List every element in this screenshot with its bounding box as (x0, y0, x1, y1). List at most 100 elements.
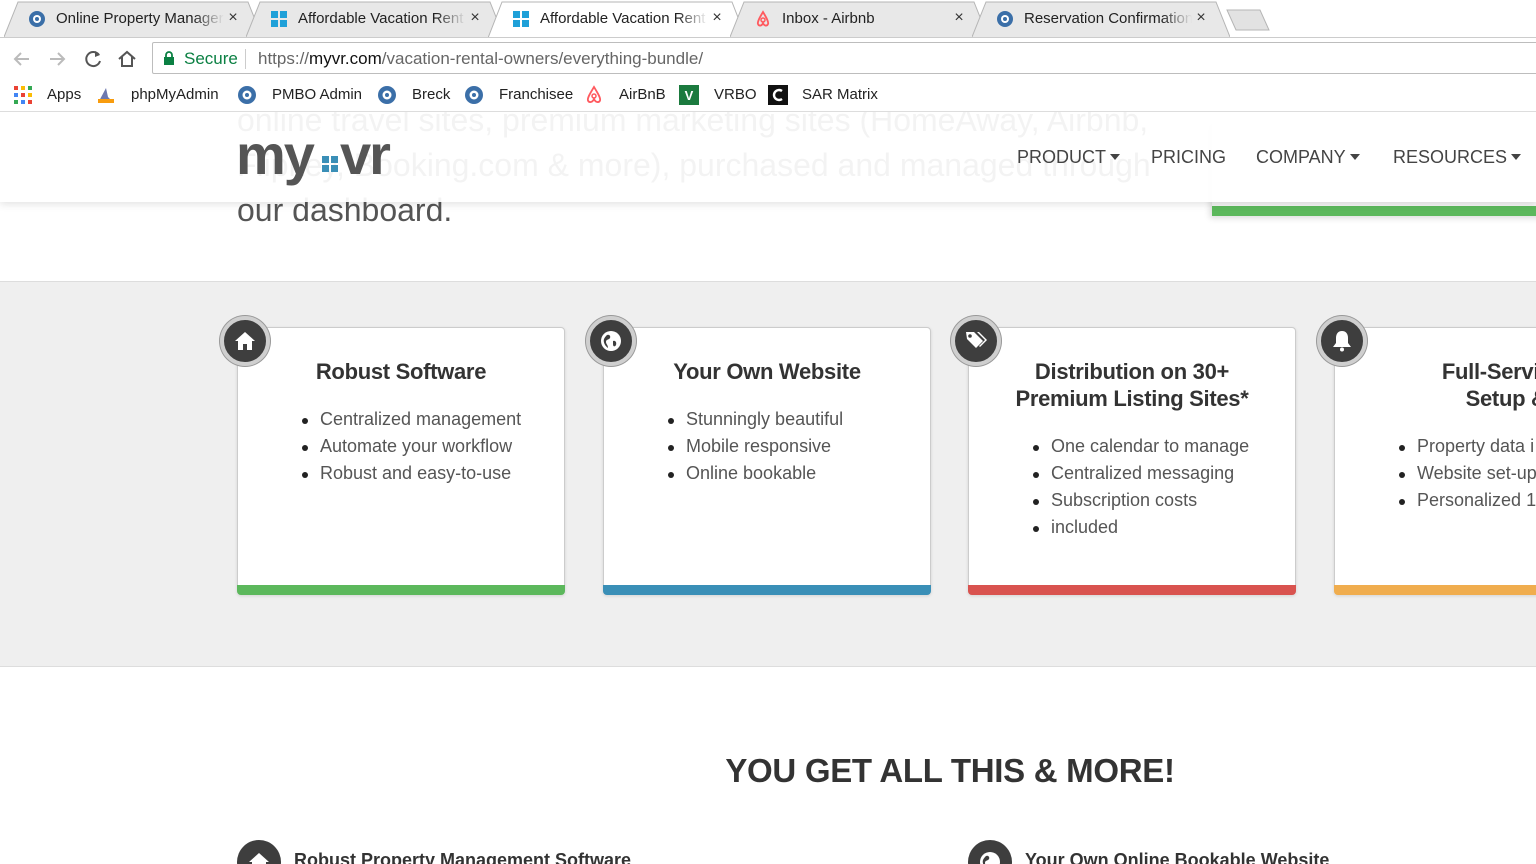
card-title-line: Full-Service, Whi (1441, 359, 1536, 384)
bookmark-label: Apps (47, 86, 82, 103)
list-item-text: included (1051, 517, 1119, 537)
tab-close-icon[interactable]: × (1194, 9, 1208, 27)
card-title: Your Own Website (673, 359, 861, 384)
feature-badge (237, 840, 281, 864)
bookmark-label: Franchisee (499, 86, 574, 103)
home-icon (249, 853, 269, 864)
card-accent-bar (237, 585, 565, 595)
tab-affordable-vacation-active[interactable]: Affordable Vacation Rent × (488, 1, 746, 38)
tab-close-icon[interactable]: × (468, 9, 482, 27)
bookmarks-bar: Apps phpMyAdmin PMBO Admin Breck Franchi… (0, 78, 1536, 112)
feature-card-software: Robust Software Centralized management A… (220, 316, 565, 595)
feature-card-distribution: Distribution on 30+ Premium Listing Sites… (951, 316, 1296, 595)
reload-icon[interactable] (80, 46, 106, 72)
card-list: Stunningly beautiful Mobile responsive O… (667, 406, 843, 487)
myvr-favicon-icon (513, 11, 529, 27)
nav-resources[interactable]: RESOURCES (1393, 147, 1522, 168)
card-title-line: Setup & Trai (1465, 386, 1536, 411)
airbnb-icon (586, 85, 602, 103)
list-item: Stunningly beautiful (667, 406, 843, 433)
card-title-line: Distribution on 30+ (1034, 359, 1230, 384)
bookmark-label: Breck (412, 86, 451, 103)
pmbo-icon (378, 86, 396, 104)
page-viewport: online travel sites, premium marketing s… (0, 112, 1536, 864)
feature-card-website: Your Own Website Stunningly beautiful Mo… (586, 316, 931, 595)
tab-online-property-manager[interactable]: Online Property Manager × (4, 1, 262, 37)
back-arrow-icon[interactable] (9, 46, 35, 72)
bell-icon (1333, 331, 1351, 352)
list-item-continued: included (1032, 514, 1249, 541)
list-item: Online bookable (667, 460, 843, 487)
tab-inbox-airbnb[interactable]: Inbox - Airbnb × (730, 1, 988, 37)
pmbo-icon (238, 86, 256, 104)
bookmark-label: PMBO Admin (272, 86, 363, 103)
bookmark-label: phpMyAdmin (131, 86, 219, 103)
tab-title: Affordable Vacation Rent (540, 10, 706, 27)
url-prefix: https:// (258, 49, 310, 68)
feature-badge (968, 840, 1012, 864)
nav-label: COMPANY (1256, 147, 1346, 167)
tab-title: Affordable Vacation Rent (298, 10, 464, 27)
caret-down-icon (1511, 154, 1522, 160)
apps-grid-icon (14, 86, 32, 104)
list-item: Automate your workflow (301, 433, 521, 460)
tab-title: Online Property Manager (56, 10, 224, 27)
bookmark-label: VRBO (714, 86, 757, 103)
address-bar[interactable]: Secure https://myvr.com/vacation-rental-… (152, 42, 1536, 74)
caret-down-icon (1349, 154, 1360, 160)
home-icon (235, 332, 255, 350)
omnibox-divider (245, 49, 246, 69)
tab-affordable-vacation-1[interactable]: Affordable Vacation Rent × (246, 1, 504, 37)
forward-arrow-icon[interactable] (44, 46, 70, 72)
card-accent-bar (968, 585, 1296, 595)
card-badge (1317, 316, 1367, 366)
feature-label: Robust Property Management Software (294, 850, 632, 864)
new-tab-button[interactable] (1226, 9, 1270, 31)
logo-grid-icon (322, 156, 338, 172)
globe-icon (601, 331, 621, 351)
nav-label: PRODUCT (1017, 147, 1106, 167)
tab-title: Reservation Confirmation (1024, 10, 1192, 27)
nav-product[interactable]: PRODUCT (1017, 147, 1120, 168)
list-item: One calendar to manage (1032, 433, 1249, 460)
caret-down-icon (1110, 154, 1120, 160)
site-header: my vr PRODUCT PRICING COMPANY RESOURCES (0, 112, 1536, 202)
bookmark-label: AirBnB (619, 86, 666, 103)
lock-icon (164, 51, 174, 65)
tab-close-icon[interactable]: × (710, 9, 724, 27)
tab-close-icon[interactable]: × (952, 9, 966, 27)
list-item: Website set-up (1399, 460, 1536, 487)
browser-toolbar: Secure https://myvr.com/vacation-rental-… (0, 37, 1536, 78)
pmbo-icon (465, 86, 483, 104)
nav-label: RESOURCES (1393, 147, 1508, 167)
nav-label: PRICING (1151, 147, 1227, 167)
card-title-line: Premium Listing Sites* (1015, 386, 1249, 411)
sar-matrix-icon (768, 85, 788, 105)
pmbo-favicon-icon (29, 11, 45, 27)
nav-company[interactable]: COMPANY (1256, 147, 1360, 168)
tab-close-icon[interactable]: × (226, 9, 240, 27)
home-icon[interactable] (114, 46, 140, 72)
logo-vr: vr (340, 123, 391, 186)
globe-icon (980, 852, 1000, 864)
features-section: Robust Software Centralized management A… (0, 281, 1536, 667)
tab-reservation-confirmation[interactable]: Reservation Confirmation × (972, 1, 1230, 37)
vrbo-icon: V (679, 85, 699, 105)
url-path: /vacation-rental-owners/everything-bundl… (381, 49, 704, 68)
url-host: myvr.com (309, 49, 382, 68)
tab-title: Inbox - Airbnb (782, 10, 875, 27)
card-list: Centralized management Automate your wor… (301, 406, 521, 487)
card-list: Property data i Website set-up Personali… (1399, 433, 1536, 514)
logo-my: my (236, 123, 315, 186)
feature-label: Your Own Online Bookable Website (1025, 850, 1330, 864)
card-title: Distribution on 30+ Premium Listing Sites… (979, 358, 1285, 412)
myvr-favicon-icon (271, 11, 287, 27)
list-item: Mobile responsive (667, 433, 843, 460)
svg-text:V: V (685, 88, 694, 103)
list-item: Centralized messaging (1032, 460, 1249, 487)
tags-icon (966, 332, 987, 348)
nav-pricing[interactable]: PRICING (1151, 147, 1226, 168)
section-heading: YOU GET ALL THIS & MORE! (725, 752, 1175, 789)
url-text[interactable]: https://myvr.com/vacation-rental-owners/… (258, 49, 703, 69)
list-item: Robust and easy-to-use (301, 460, 521, 487)
